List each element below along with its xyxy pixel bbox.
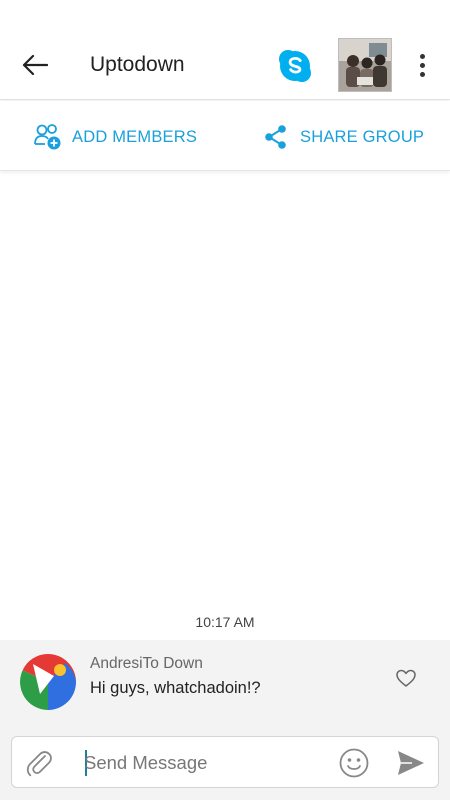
emoji-button[interactable] bbox=[338, 747, 370, 779]
share-group-label: SHARE GROUP bbox=[300, 127, 425, 146]
group-avatar[interactable] bbox=[338, 38, 392, 92]
back-button[interactable] bbox=[18, 50, 52, 80]
group-photo-image bbox=[339, 39, 391, 91]
send-icon bbox=[398, 751, 424, 775]
add-members-button[interactable]: ADD MEMBERS bbox=[33, 121, 197, 153]
message-item[interactable]: AndresiTo Down Hi guys, whatchadoin!? bbox=[0, 640, 450, 724]
share-icon bbox=[261, 122, 291, 152]
attach-button[interactable] bbox=[24, 747, 54, 779]
skype-logo-icon bbox=[279, 50, 311, 82]
smiley-icon bbox=[339, 748, 369, 778]
app-bar: Uptodown bbox=[0, 0, 450, 100]
like-button[interactable] bbox=[394, 666, 418, 690]
heart-outline-icon bbox=[396, 669, 416, 687]
paperclip-icon bbox=[26, 751, 52, 777]
message-timestamp: 10:17 AM bbox=[195, 614, 255, 630]
send-button[interactable] bbox=[396, 749, 426, 777]
composer bbox=[11, 736, 439, 788]
message-text: Hi guys, whatchadoin!? bbox=[90, 679, 261, 697]
more-vertical-icon bbox=[419, 53, 425, 59]
arrow-left-icon bbox=[22, 54, 48, 76]
more-options-button[interactable] bbox=[412, 50, 432, 80]
skype-button[interactable] bbox=[277, 48, 313, 84]
message-input[interactable] bbox=[84, 745, 324, 781]
group-actions-bar: ADD MEMBERS SHARE GROUP bbox=[0, 101, 450, 171]
user-avatar-icon bbox=[20, 654, 76, 710]
message-sender: AndresiTo Down bbox=[90, 655, 203, 672]
composer-bar bbox=[0, 724, 450, 800]
chat-title: Uptodown bbox=[90, 53, 185, 76]
add-members-label: ADD MEMBERS bbox=[72, 127, 198, 146]
share-group-button[interactable]: SHARE GROUP bbox=[261, 121, 424, 153]
add-person-icon bbox=[33, 122, 63, 152]
